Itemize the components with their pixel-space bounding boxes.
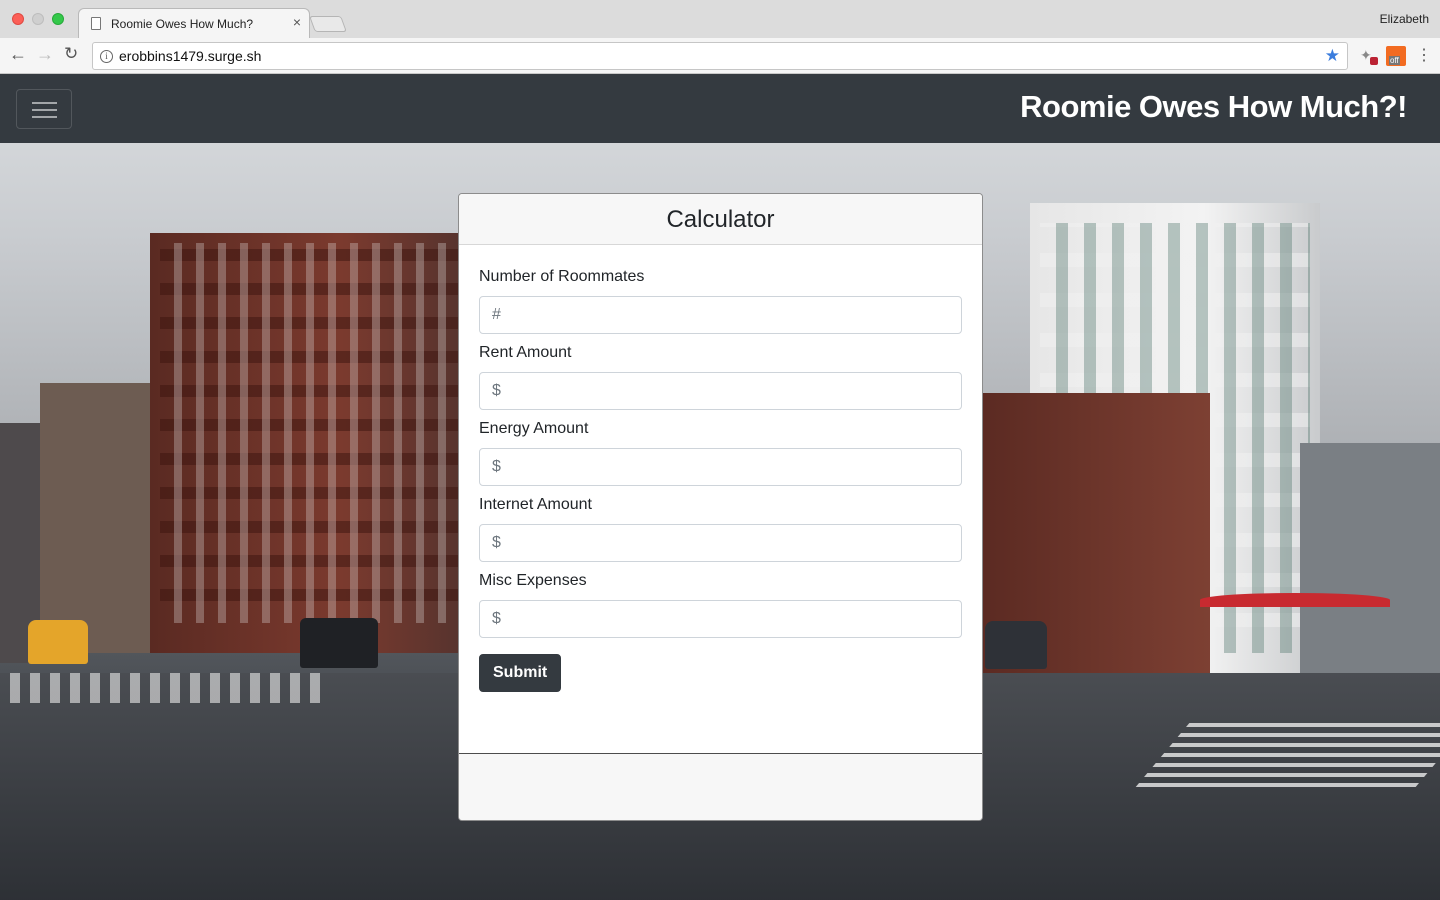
rent-label: Rent Amount — [479, 344, 572, 361]
navbar-brand[interactable]: Roomie Owes How Much?! — [1020, 89, 1407, 125]
document-icon — [91, 17, 101, 30]
misc-input[interactable] — [479, 600, 962, 638]
internet-input[interactable] — [479, 524, 962, 562]
hamburger-line-icon — [32, 116, 57, 118]
extension-badge — [1370, 57, 1378, 65]
new-tab-button[interactable] — [309, 16, 347, 32]
url-text[interactable]: erobbins1479.surge.sh — [119, 48, 261, 64]
energy-label: Energy Amount — [479, 420, 589, 437]
umbrella — [1200, 593, 1390, 607]
misc-label: Misc Expenses — [479, 572, 587, 589]
extension-icon[interactable]: ✦ — [1358, 47, 1378, 65]
profile-name[interactable]: Elizabeth — [1380, 12, 1429, 26]
tab-title: Roomie Owes How Much? — [111, 17, 254, 31]
menu-kebab-icon[interactable]: ⋮ — [1416, 45, 1432, 65]
star-icon[interactable]: ★ — [1325, 46, 1340, 66]
close-window-icon[interactable] — [12, 13, 24, 25]
form-group-rent: Rent Amount — [479, 344, 962, 410]
taxi — [28, 620, 88, 664]
info-icon[interactable]: i — [100, 50, 113, 63]
browser-titlebar: Roomie Owes How Much? × Elizabeth — [0, 0, 1440, 38]
browser-tab[interactable]: Roomie Owes How Much? × — [78, 8, 310, 38]
form-group-roommates: Number of Roommates — [479, 268, 962, 334]
car — [985, 621, 1047, 669]
browser-toolbar: ← → ↻ i erobbins1479.surge.sh ★ ✦ off ⋮ — [0, 38, 1440, 74]
hamburger-line-icon — [32, 102, 57, 104]
calculator-card: Calculator Number of Roommates Rent Amou… — [458, 193, 983, 821]
minimize-window-icon[interactable] — [32, 13, 44, 25]
submit-button[interactable]: Submit — [479, 654, 562, 692]
internet-label: Internet Amount — [479, 496, 592, 513]
building-windows — [160, 243, 460, 623]
extension-off-label: off — [1389, 56, 1400, 65]
navbar: Roomie Owes How Much?! — [0, 74, 1440, 143]
hamburger-line-icon — [32, 109, 57, 111]
form-group-misc: Misc Expenses — [479, 572, 962, 638]
card-header: Calculator — [459, 194, 982, 245]
navbar-toggler-button[interactable] — [16, 89, 72, 129]
address-bar[interactable]: i erobbins1479.surge.sh ★ — [92, 42, 1348, 70]
rent-input[interactable] — [479, 372, 962, 410]
crosswalk — [0, 673, 330, 703]
car — [300, 618, 378, 668]
calculator-form: Number of Roommates Rent Amount Energy A… — [459, 245, 982, 754]
roommates-input[interactable] — [479, 296, 962, 334]
card-title: Calculator — [666, 206, 775, 233]
maximize-window-icon[interactable] — [52, 13, 64, 25]
extension-off-icon[interactable]: off — [1386, 46, 1406, 66]
form-group-energy: Energy Amount — [479, 420, 962, 486]
tab-close-icon[interactable]: × — [293, 14, 301, 30]
form-group-internet: Internet Amount — [479, 496, 962, 562]
forward-arrow-icon[interactable]: → — [36, 44, 54, 64]
energy-input[interactable] — [479, 448, 962, 486]
reload-icon[interactable]: ↻ — [64, 44, 78, 64]
back-arrow-icon[interactable]: ← — [9, 44, 27, 64]
roommates-label: Number of Roommates — [479, 268, 645, 285]
card-footer — [459, 754, 982, 820]
building — [1300, 443, 1440, 683]
page-viewport: Roomie Owes How Much?! Calculator Number… — [0, 74, 1440, 900]
